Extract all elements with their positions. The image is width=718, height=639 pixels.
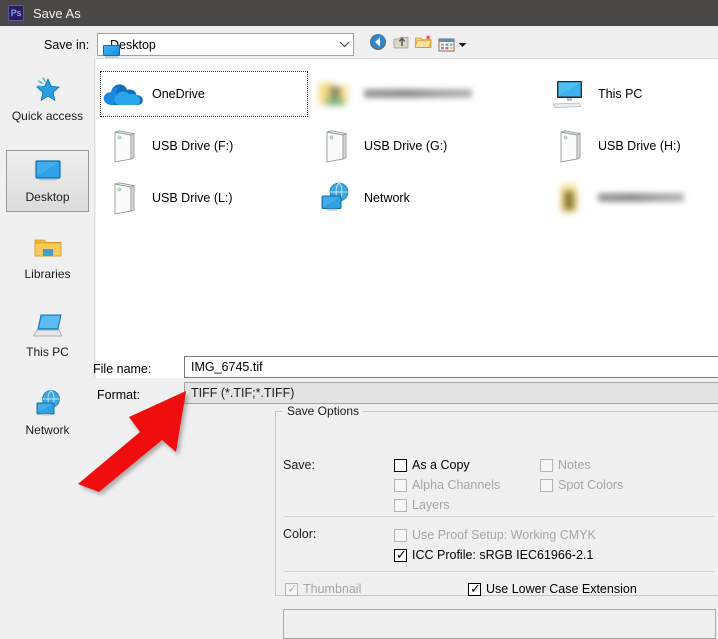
save-options-title: Save Options — [284, 404, 363, 418]
checkbox-box — [394, 478, 407, 492]
divider — [284, 571, 714, 572]
list-item[interactable]: Network — [312, 175, 542, 221]
list-item-label: USB Drive (L:) — [152, 191, 233, 205]
list-item[interactable]: OneDrive — [100, 71, 308, 117]
sidebar-item-label: Network — [25, 423, 70, 437]
checkbox-thumbnail: ✓ Thumbnail — [285, 581, 361, 597]
checkbox-layers: Layers — [394, 497, 450, 513]
checkbox-box: ✓ — [468, 581, 481, 597]
window-title: Save As — [33, 5, 81, 21]
warning-message-box — [283, 609, 716, 639]
new-folder-icon — [414, 33, 434, 56]
checkbox-use-lower-case-extension[interactable]: ✓ Use Lower Case Extension — [468, 581, 637, 597]
folder-icon — [31, 233, 65, 263]
usb-drive-icon — [546, 126, 592, 166]
checkbox-box: ✓ — [394, 547, 407, 563]
sidebar-item-label: Libraries — [24, 267, 71, 281]
checkbox-notes: Notes — [540, 457, 591, 473]
save-options-group — [275, 411, 718, 596]
checkbox-label: Layers — [412, 498, 450, 512]
list-item-label: USB Drive (G:) — [364, 139, 448, 153]
list-item-label: Network — [364, 191, 410, 205]
back-arrow-icon — [369, 33, 387, 56]
network-globe-icon — [312, 178, 358, 218]
file-list[interactable]: OneDrive This PC USB Drive (F:) USB Driv… — [96, 58, 718, 378]
checkbox-box — [394, 458, 407, 472]
checkbox-label: As a Copy — [412, 458, 470, 472]
list-item[interactable]: USB Drive (H:) — [546, 123, 716, 169]
checkbox-label: Use Proof Setup: Working CMYK — [412, 528, 596, 542]
checkbox-label: ICC Profile: sRGB IEC61966-2.1 — [412, 548, 594, 562]
list-item-label — [598, 191, 684, 205]
checkbox-box — [394, 498, 407, 512]
checkbox-spot-colors: Spot Colors — [540, 477, 623, 493]
checkbox-label: Alpha Channels — [412, 478, 501, 492]
checkbox-box — [540, 458, 553, 472]
user-folder-icon — [312, 74, 358, 114]
sidebar-item-libraries[interactable]: Libraries — [6, 228, 89, 290]
checkbox-box — [394, 528, 407, 542]
save-in-value: Desktop — [110, 37, 156, 52]
sidebar-item-desktop[interactable]: Desktop — [6, 150, 89, 212]
sidebar-item-label: Quick access — [11, 109, 84, 123]
sidebar-item-label: Desktop — [25, 190, 70, 204]
checkbox-as-a-copy[interactable]: As a Copy — [394, 457, 470, 473]
checkbox-label: Thumbnail — [303, 582, 362, 596]
network-globe-icon — [31, 389, 65, 419]
checkbox-label: Spot Colors — [558, 478, 624, 492]
checkbox-alpha-channels: Alpha Channels — [394, 477, 500, 493]
checkbox-label: Notes — [558, 458, 591, 472]
up-folder-icon — [392, 33, 411, 56]
format-value: TIFF (*.TIF;*.TIFF) — [191, 386, 295, 400]
monitor-icon — [31, 156, 65, 186]
usb-drive-icon — [312, 126, 358, 166]
file-name-input[interactable] — [184, 356, 718, 378]
title-bar: Ps Save As — [0, 0, 718, 26]
color-row-label: Color: — [283, 527, 317, 541]
save-as-dialog: Save in: Desktop Quick access Desktop Li… — [0, 26, 718, 639]
new-folder-button[interactable] — [413, 34, 435, 55]
yellow-folder-icon — [546, 178, 592, 218]
laptop-icon — [31, 311, 65, 341]
sidebar-item-this-pc[interactable]: This PC — [6, 306, 89, 368]
save-in-label: Save in: — [44, 38, 90, 52]
star-icon — [31, 75, 65, 105]
list-item-label — [364, 87, 472, 101]
checkbox-icc-profile[interactable]: ✓ ICC Profile: sRGB IEC61966-2.1 — [394, 547, 593, 563]
list-item[interactable] — [312, 71, 542, 117]
list-item[interactable]: USB Drive (L:) — [100, 175, 308, 221]
usb-drive-icon — [100, 126, 146, 166]
save-in-dropdown[interactable]: Desktop — [97, 33, 354, 58]
list-item[interactable] — [546, 175, 716, 221]
list-item[interactable]: USB Drive (F:) — [100, 123, 308, 169]
save-row-label: Save: — [283, 458, 315, 472]
list-item[interactable]: USB Drive (G:) — [312, 123, 542, 169]
views-button[interactable] — [437, 34, 467, 55]
desktop-pc-icon — [546, 74, 592, 114]
sidebar-item-quick-access[interactable]: Quick access — [6, 70, 89, 132]
sidebar-item-network[interactable]: Network — [6, 384, 89, 446]
checkbox-box: ✓ — [285, 581, 298, 597]
back-button[interactable] — [367, 34, 389, 55]
checkbox-label: Use Lower Case Extension — [486, 582, 637, 596]
list-item-label: OneDrive — [152, 87, 205, 101]
list-item[interactable]: This PC — [546, 71, 716, 117]
onedrive-cloud-icon — [100, 74, 146, 114]
photoshop-ps-icon: Ps — [8, 5, 24, 21]
divider — [284, 516, 714, 517]
list-item-label: USB Drive (H:) — [598, 139, 681, 153]
checkbox-use-proof-setup: Use Proof Setup: Working CMYK — [394, 527, 596, 543]
checkbox-box — [540, 478, 553, 492]
usb-drive-icon — [100, 178, 146, 218]
list-item-label: This PC — [598, 87, 643, 101]
views-grid-icon — [438, 37, 467, 53]
list-item-label: USB Drive (F:) — [152, 139, 234, 153]
places-bar: Quick access Desktop Libraries This PC N… — [0, 58, 95, 437]
format-label: Format: — [97, 388, 141, 402]
chevron-down-icon — [336, 34, 353, 55]
file-name-label: File name: — [93, 362, 152, 376]
sidebar-item-label: This PC — [26, 345, 69, 359]
format-dropdown[interactable]: TIFF (*.TIF;*.TIFF) — [184, 382, 718, 404]
up-one-level-button[interactable] — [390, 34, 412, 55]
